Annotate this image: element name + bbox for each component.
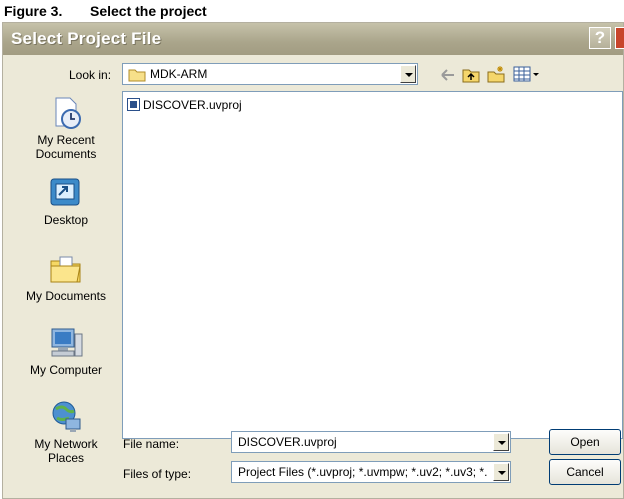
place-desktop[interactable]: Desktop xyxy=(19,175,113,227)
file-name-text: DISCOVER.uvproj xyxy=(143,98,242,112)
my-documents-icon xyxy=(50,256,81,283)
folder-icon xyxy=(128,69,146,82)
recent-documents-icon xyxy=(55,97,81,129)
up-folder-icon[interactable] xyxy=(462,65,480,83)
chevron-down-icon[interactable] xyxy=(493,433,509,451)
place-label: My Documents xyxy=(25,289,107,303)
close-button[interactable] xyxy=(615,27,624,49)
place-my-computer[interactable]: My Computer xyxy=(19,325,113,377)
network-places-icon xyxy=(52,401,81,432)
cancel-button[interactable]: Cancel xyxy=(549,459,621,485)
place-label: My Computer xyxy=(29,363,103,377)
view-menu-icon[interactable] xyxy=(513,65,541,83)
help-button[interactable]: ? xyxy=(589,27,611,49)
select-project-dialog: Select Project File ? Look in: MDK-ARM M… xyxy=(2,22,624,499)
figure-title: Select the project xyxy=(90,3,207,19)
look-in-value: MDK-ARM xyxy=(150,67,208,81)
uvproj-file-icon xyxy=(127,98,140,111)
my-computer-icon xyxy=(51,328,83,357)
chevron-down-icon[interactable] xyxy=(400,65,416,83)
back-arrow-icon[interactable] xyxy=(439,66,457,84)
window-title: Select Project File xyxy=(11,29,162,48)
title-bar[interactable]: Select Project File ? xyxy=(3,23,624,55)
place-label: Desktop xyxy=(43,213,89,227)
file-name-value: DISCOVER.uvproj xyxy=(238,435,337,449)
look-in-label: Look in: xyxy=(69,68,112,82)
file-list[interactable]: DISCOVER.uvproj xyxy=(122,91,623,439)
file-type-label: Files of type: xyxy=(123,467,192,481)
file-name-label: File name: xyxy=(123,437,180,451)
file-type-value: Project Files (*.uvproj; *.uvmpw; *.uv2;… xyxy=(238,465,488,479)
file-name-input[interactable]: DISCOVER.uvproj xyxy=(231,431,511,453)
file-type-select[interactable]: Project Files (*.uvproj; *.uvmpw; *.uv2;… xyxy=(231,461,511,483)
place-label: My Recent Documents xyxy=(35,133,97,161)
new-folder-icon[interactable] xyxy=(487,65,505,83)
place-my-recent-documents[interactable]: My Recent Documents xyxy=(19,95,113,161)
place-my-documents[interactable]: My Documents xyxy=(19,251,113,303)
figure-number: Figure 3. xyxy=(4,3,63,19)
open-button[interactable]: Open xyxy=(549,429,621,455)
place-my-network-places[interactable]: My Network Places xyxy=(19,399,113,465)
file-item[interactable]: DISCOVER.uvproj xyxy=(127,98,242,112)
place-label: My Network Places xyxy=(34,437,98,465)
desktop-icon xyxy=(50,178,80,206)
look-in-select[interactable]: MDK-ARM xyxy=(122,63,418,85)
figure-caption: Figure 3. Select the project xyxy=(4,2,620,22)
chevron-down-icon[interactable] xyxy=(493,463,509,481)
